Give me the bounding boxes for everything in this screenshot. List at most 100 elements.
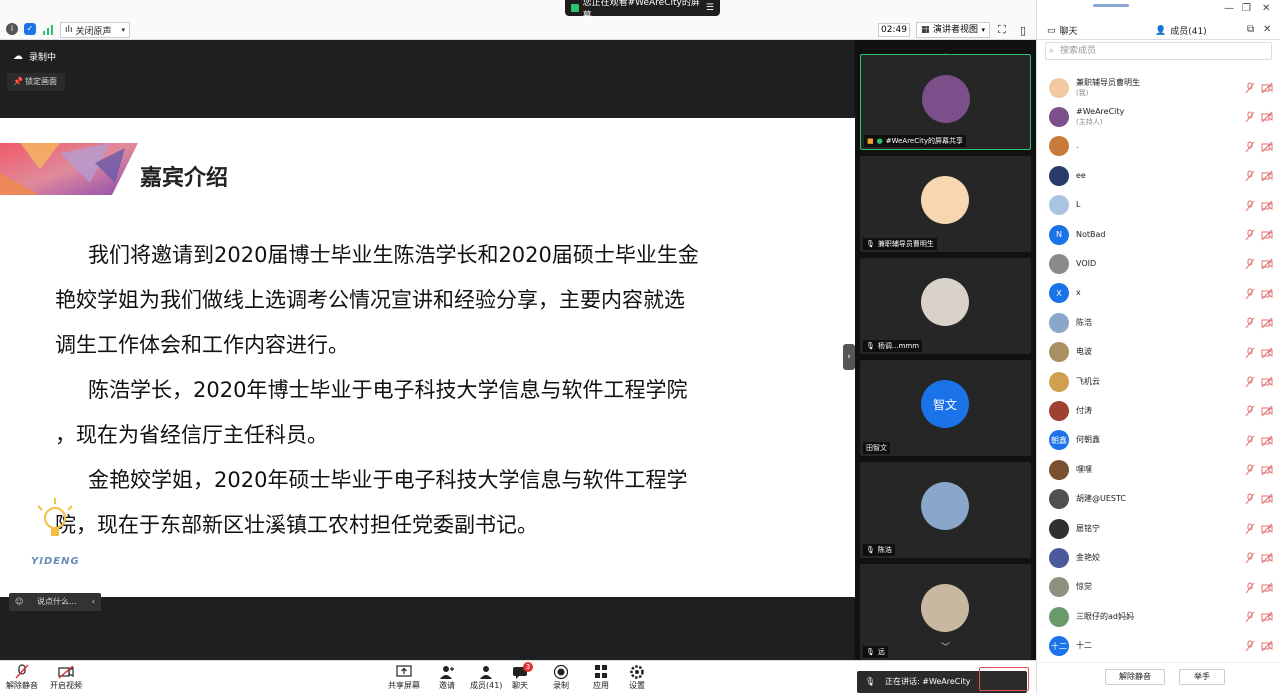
video-off-icon[interactable] <box>1261 258 1273 270</box>
close-panel-icon[interactable]: ✕ <box>1263 24 1271 35</box>
record-button[interactable]: 录制 <box>552 664 570 691</box>
member-row[interactable]: ee <box>1037 161 1280 190</box>
signal-icon[interactable] <box>42 22 54 38</box>
tab-chat[interactable]: ▭ 聊天 <box>1047 24 1078 38</box>
mic-muted-icon[interactable] <box>1245 464 1255 476</box>
close-icon[interactable]: ✕ <box>1262 3 1270 14</box>
member-row[interactable]: 三眼仔的ad妈妈 <box>1037 602 1280 631</box>
start-video-button[interactable]: 开启视频 <box>50 664 82 691</box>
mic-muted-icon[interactable] <box>1245 258 1255 270</box>
mic-muted-icon[interactable] <box>1245 552 1255 564</box>
shield-icon[interactable]: ✓ <box>24 23 36 35</box>
chat-button[interactable]: 聊天 3 <box>511 662 533 691</box>
restore-icon[interactable]: ❐ <box>1242 3 1251 14</box>
sidebar-toggle-icon[interactable]: ▯ <box>1020 22 1026 38</box>
mic-muted-icon[interactable] <box>1245 317 1255 329</box>
chevron-down-icon[interactable]: ﹀ <box>941 640 950 653</box>
mic-muted-icon[interactable] <box>1245 347 1255 359</box>
member-row[interactable]: 付涛 <box>1037 396 1280 425</box>
collapse-icon[interactable]: ‹ <box>92 593 95 611</box>
member-row[interactable]: 兼职辅导员曹明生 (我) <box>1037 73 1280 102</box>
video-off-icon[interactable] <box>1261 435 1273 447</box>
video-off-icon[interactable] <box>1261 464 1273 476</box>
video-off-icon[interactable] <box>1261 229 1273 241</box>
mic-muted-icon[interactable] <box>1245 435 1255 447</box>
video-off-icon[interactable] <box>1261 552 1273 564</box>
mic-muted-icon[interactable] <box>1245 288 1255 300</box>
member-row[interactable]: 惊觉 <box>1037 573 1280 602</box>
video-off-icon[interactable] <box>1261 317 1273 329</box>
video-off-icon[interactable] <box>1261 523 1273 535</box>
drag-handle[interactable] <box>1093 4 1129 7</box>
mic-muted-icon[interactable] <box>1245 376 1255 388</box>
member-row[interactable]: 十二 十二 <box>1037 631 1280 660</box>
share-screen-button[interactable]: 共享屏幕 <box>388 664 420 691</box>
mic-muted-icon[interactable] <box>1245 141 1255 153</box>
video-off-icon[interactable] <box>1261 141 1273 153</box>
video-off-icon[interactable] <box>1261 493 1273 505</box>
video-tile[interactable]: 智文 田智文 <box>860 360 1031 456</box>
mic-muted-icon[interactable] <box>1245 493 1255 505</box>
member-row[interactable]: 陈浩 <box>1037 308 1280 337</box>
video-off-icon[interactable] <box>1261 640 1273 652</box>
video-off-icon[interactable] <box>1261 582 1273 594</box>
mic-muted-icon[interactable] <box>1245 523 1255 535</box>
member-row[interactable]: 飞机云 <box>1037 367 1280 396</box>
unmute-all-button[interactable]: 解除静音 <box>1105 669 1165 685</box>
member-row[interactable]: 金艳姣 <box>1037 543 1280 572</box>
chat-badge: 3 <box>523 662 533 672</box>
video-tile[interactable]: 🎙 杨调...mmm <box>860 258 1031 354</box>
mute-original-sound-button[interactable]: ılı 关闭原声 ▾ <box>60 22 131 38</box>
mic-muted-icon[interactable] <box>1245 582 1255 594</box>
raise-hand-button[interactable]: 举手 <box>1179 669 1225 685</box>
mic-muted-icon[interactable] <box>1245 611 1255 623</box>
member-search-input[interactable]: ⌕ 搜索成员 <box>1045 42 1272 60</box>
mic-muted-icon[interactable] <box>1245 229 1255 241</box>
lock-view-button[interactable]: 📌 锁定画面 <box>7 73 65 91</box>
members-button[interactable]: 成员(41) <box>470 664 502 691</box>
info-icon[interactable]: i <box>6 23 18 35</box>
video-off-icon[interactable] <box>1261 405 1273 417</box>
mic-muted-icon[interactable] <box>1245 82 1255 94</box>
video-off-icon[interactable] <box>1261 111 1273 123</box>
video-off-icon[interactable] <box>1261 376 1273 388</box>
apps-button[interactable]: 应用 <box>592 664 610 691</box>
settings-button[interactable]: 设置 <box>628 664 646 691</box>
unmute-button[interactable]: 解除静音 <box>6 664 38 691</box>
member-row[interactable]: N NotBad <box>1037 220 1280 249</box>
mic-muted-icon[interactable] <box>1245 111 1255 123</box>
video-tile[interactable]: 🎙 陈浩 <box>860 462 1031 558</box>
video-off-icon[interactable] <box>1261 611 1273 623</box>
member-row[interactable]: 朝鑫 何朝鑫 <box>1037 426 1280 455</box>
member-row[interactable]: 嘿嘿 <box>1037 455 1280 484</box>
strip-collapse-button[interactable]: › <box>843 344 855 370</box>
video-tile[interactable]: 🎙 兼职辅导员曹明生 <box>860 156 1031 252</box>
mic-muted-icon[interactable] <box>1245 200 1255 212</box>
tab-members[interactable]: 👤 成员(41) <box>1155 24 1207 38</box>
mic-muted-icon[interactable] <box>1245 170 1255 182</box>
invite-button[interactable]: 邀请 <box>438 664 456 691</box>
video-off-icon[interactable] <box>1261 288 1273 300</box>
view-mode-dropdown[interactable]: ▦ 演讲者视图 ▾ <box>916 22 990 38</box>
video-off-icon[interactable] <box>1261 82 1273 94</box>
member-row[interactable]: 电波 <box>1037 338 1280 367</box>
fullscreen-icon[interactable]: ⛶ <box>998 22 1006 38</box>
video-off-icon[interactable] <box>1261 347 1273 359</box>
member-row[interactable]: . <box>1037 132 1280 161</box>
video-off-icon[interactable] <box>1261 200 1273 212</box>
member-row[interactable]: 胡建@UESTC <box>1037 484 1280 513</box>
watching-banner[interactable]: 您正在观看#WeAreCity的屏幕 ☰ <box>565 0 720 21</box>
mic-muted-icon[interactable] <box>1245 640 1255 652</box>
member-row[interactable]: Xx <box>1037 279 1280 308</box>
mic-muted-icon: 🎙 <box>866 546 875 554</box>
member-row[interactable]: VOID <box>1037 249 1280 278</box>
video-tile[interactable]: ■ ● #WeAreCity的屏幕共享 <box>860 54 1031 150</box>
minimize-icon[interactable]: — <box>1224 3 1234 14</box>
member-row[interactable]: #WeAreCity (主持人) <box>1037 102 1280 131</box>
member-row[interactable]: L <box>1037 191 1280 220</box>
quick-chat-input[interactable]: ☺ 说点什么... ‹ <box>9 593 101 611</box>
member-row[interactable]: 扈铭宁 <box>1037 514 1280 543</box>
popout-icon[interactable]: ⧉ <box>1247 24 1254 35</box>
mic-muted-icon[interactable] <box>1245 405 1255 417</box>
video-off-icon[interactable] <box>1261 170 1273 182</box>
